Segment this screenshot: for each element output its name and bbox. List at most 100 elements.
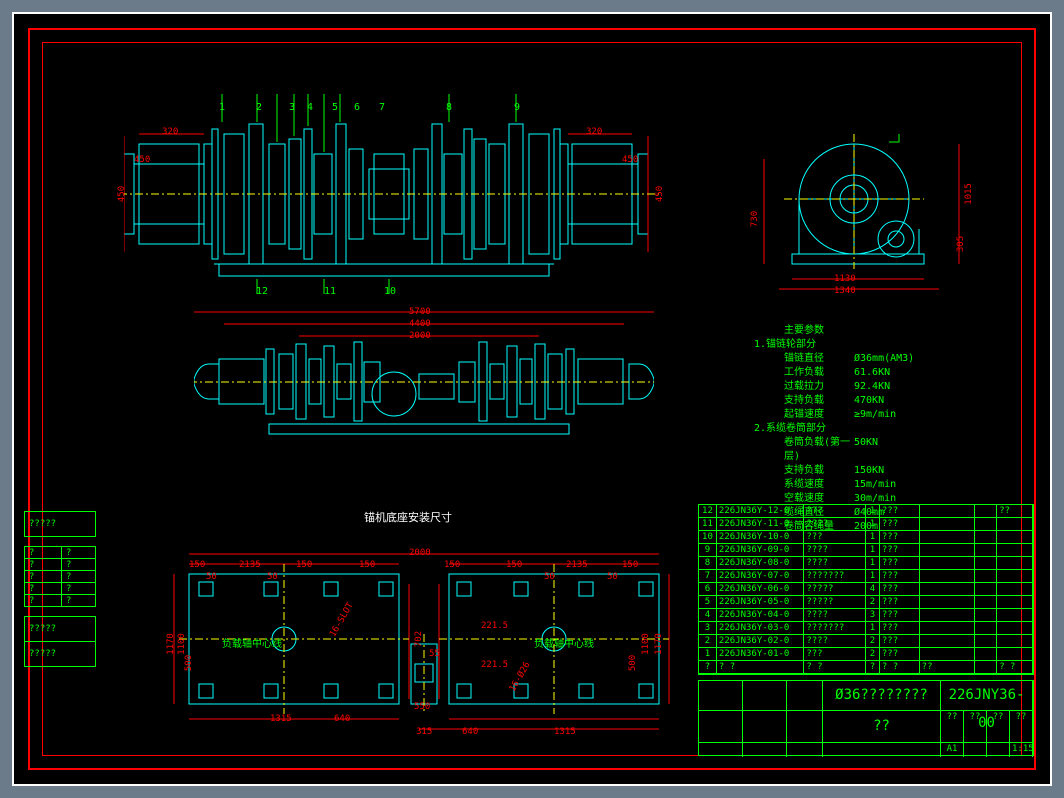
balloon-9: 9 [514,102,520,113]
lp-cell-row: ?? [24,570,96,583]
params-section1: 1.锚链轮部分 [754,338,1024,352]
balloon-4: 4 [307,102,313,113]
param-row: 过载拉力92.4KN [734,380,1024,394]
dim-730: 730 [750,211,760,227]
dim-1100: 1100 [177,633,187,655]
dim-450: 450 [134,155,150,165]
dim-50b: 50 [267,572,278,582]
dim-150f: 150 [622,560,638,570]
lp-cell-row: ?? [24,546,96,559]
balloon-10: 10 [384,286,396,297]
dim-1170r: 1170 [654,633,664,655]
dim-221b: 221.5 [481,660,508,670]
parts-row: 8226JN36Y-08-0????1??? [699,557,1033,570]
hdr-rem: ? ? [997,661,1033,673]
lp-cell-row: ?? [24,594,96,607]
dim-450b: 450 [622,155,638,165]
tb-h3: ?? [987,711,1010,742]
hdr-num: ? [699,661,717,673]
dim-315: 315 [416,727,432,737]
dim-450v: 450 [117,186,127,202]
tb-name: ?? [823,711,941,742]
drawing-canvas: 1 2 3 4 5 6 7 8 9 10 11 12 320 450 320 4… [12,12,1052,786]
tb-h2: ?? [964,711,987,742]
lp-cell-row: ?? [24,558,96,571]
parts-row: 6226JN36Y-06-0?????4??? [699,583,1033,596]
dim-1315a: 1315 [270,714,292,724]
dim-150b: 150 [296,560,312,570]
dim-150d: 150 [444,560,460,570]
parts-row: 4226JN36Y-04-0????3??? [699,609,1033,622]
centerline-label-l: 负载轴中心线 [222,635,282,650]
tb-h1: ?? [941,711,964,742]
dim-500r: 500 [628,655,638,671]
base-view-title: 锚机底座安装尺寸 [364,509,452,525]
param-row: 起锚速度≥9m/min [734,408,1024,422]
dim-305: 305 [956,236,966,252]
lp-title3: ????? [24,641,96,667]
tb-size: A1 [941,743,964,757]
dim-1340: 1340 [834,286,856,296]
main-parameters: 主要参数 1.锚链轮部分 锚链直径Ø36mm(AM3)工作负载61.6KN过载拉… [734,324,1024,534]
balloon-6: 6 [354,102,360,113]
lp-title2: ????? [24,616,96,642]
param-row: 系缆速度15m/min [734,478,1024,492]
hdr-qty: ? [866,661,880,673]
dim-1130: 1130 [834,274,856,284]
params-heading: 主要参数 [754,324,1024,338]
dim-1100r: 1100 [641,633,651,655]
balloon-1: 1 [219,102,225,113]
parts-row: 7226JN36Y-07-0???????1??? [699,570,1033,583]
param-row: 锚链直径Ø36mm(AM3) [734,352,1024,366]
tb-h4: ?? [1010,711,1033,742]
balloon-2: 2 [256,102,262,113]
params-section2: 2.系缆卷筒部分 [754,422,1024,436]
dim-2000p: 2000 [409,331,431,341]
dim-50c: 50 [544,572,555,582]
dim-4400: 4400 [409,319,431,329]
hdr-wt: ?? [920,661,976,673]
dim-150a: 150 [189,560,205,570]
balloon-12: 12 [256,286,268,297]
revision-panel: ????? ?????????? ????? ????? [24,512,96,667]
dim-702: 702 [414,631,424,647]
hdr-mat: ? ? [880,661,920,673]
front-elevation-view [124,94,674,294]
dim-150c: 150 [359,560,375,570]
centerline-label-r: 负载轴中心线 [534,635,594,650]
lp-title1: ????? [24,511,96,537]
dim-50a: 50 [206,572,217,582]
parts-row: 3226JN36Y-03-0???????1??? [699,622,1033,635]
tb-dwgno: 226JNY36-00 [941,681,1033,710]
dim-55: 55 [429,649,440,659]
dim-1170: 1170 [166,633,176,655]
param-row: 卷筒负载(第一层)50KN [734,436,1024,464]
title-block: Ø36???????? 226JNY36-00 ?? ?? ?? ?? ?? A… [698,680,1034,756]
parts-row: 9226JN36Y-09-0????1??? [699,544,1033,557]
dim-50d: 50 [607,572,618,582]
dim-640b: 640 [462,727,478,737]
side-view-svg [744,134,994,314]
dim-640a: 640 [334,714,350,724]
param-row: 支持负载470KN [734,394,1024,408]
side-elevation-view [744,134,994,294]
parts-header-row: ? ? ? ? ? ? ? ? ?? ? ? [699,661,1033,674]
dim-450v2: 450 [655,186,665,202]
hdr-name: ? ? [804,661,866,673]
parts-row: 2226JN36Y-02-0????2??? [699,635,1033,648]
dim-500: 500 [184,655,194,671]
dim-320: 320 [162,127,178,137]
param-row: 支持负载150KN [734,464,1024,478]
dim-221a: 221.5 [481,621,508,631]
dim-1315b: 1315 [554,727,576,737]
dim-2000b: 2000 [409,548,431,558]
parts-row: 10226JN36Y-10-0???1??? [699,531,1033,544]
parts-row: 12226JN36Y-12-0???1????? [699,505,1033,518]
balloon-5: 5 [332,102,338,113]
parts-row: 11226JN36Y-11-0????1??? [699,518,1033,531]
hdr-code: ? ? [717,661,804,673]
parts-row: 5226JN36Y-05-0?????2??? [699,596,1033,609]
balloon-8: 8 [446,102,452,113]
dim-150e: 150 [506,560,522,570]
dim-550: 550 [414,702,430,712]
